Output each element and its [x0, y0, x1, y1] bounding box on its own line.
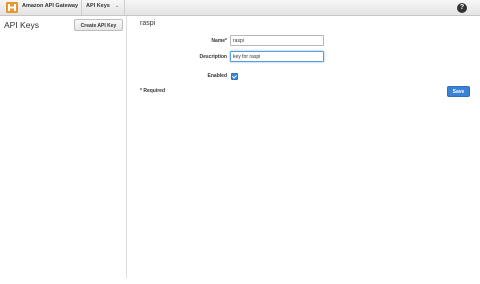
- sidebar-title: API Keys: [4, 20, 39, 30]
- save-button[interactable]: Save: [447, 86, 470, 97]
- enabled-checkbox[interactable]: [231, 73, 238, 80]
- nav-divider: [124, 0, 125, 15]
- api-keys-nav-menu[interactable]: API Keys: [86, 3, 110, 9]
- top-navigation-bar: Amazon API Gateway API Keys ⌄ ?: [0, 0, 480, 16]
- page-title: raspi: [140, 20, 156, 27]
- chevron-down-icon[interactable]: ⌄: [115, 3, 119, 9]
- create-api-key-button[interactable]: Create API Key: [74, 19, 123, 31]
- sidebar: API Keys Create API Key: [0, 16, 127, 278]
- name-label: Name*: [211, 38, 227, 44]
- description-field[interactable]: [230, 51, 324, 62]
- required-note: * Required: [140, 88, 166, 94]
- nav-divider: [81, 0, 82, 15]
- service-name-link[interactable]: Amazon API Gateway: [22, 3, 78, 9]
- help-icon[interactable]: ?: [457, 3, 467, 13]
- api-gateway-logo-icon[interactable]: [6, 2, 18, 13]
- description-label: Description: [199, 54, 227, 60]
- enabled-label: Enabled: [207, 73, 227, 79]
- name-field[interactable]: [230, 35, 324, 46]
